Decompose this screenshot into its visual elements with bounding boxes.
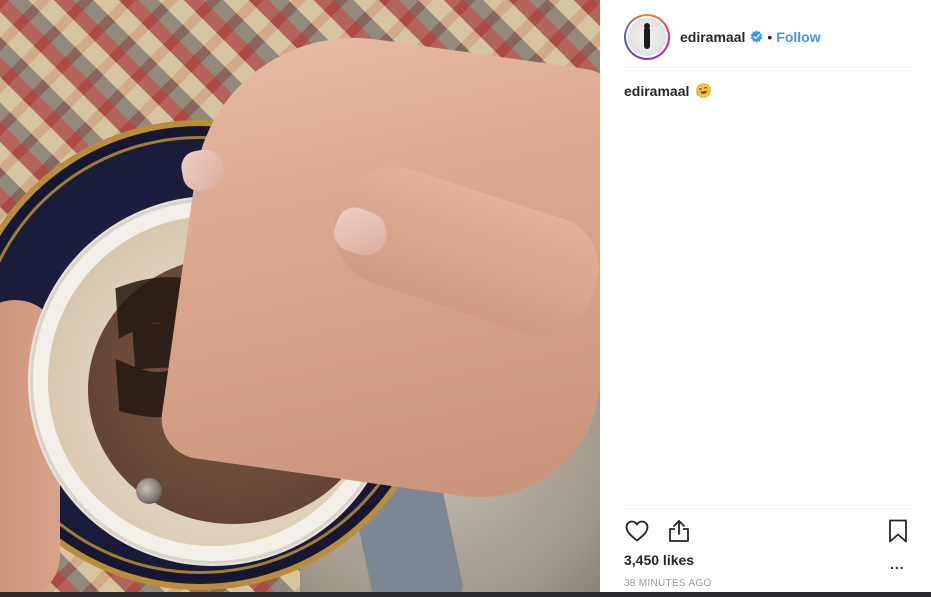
separator-dot: • [767,28,773,45]
post-sidebar: ediramaal • Follow ediramaal 3,450 likes… [600,0,931,597]
more-options-button[interactable]: ... [890,556,905,572]
bottom-edge [0,592,931,597]
verified-badge-icon [750,30,763,43]
avatar-image [628,17,666,56]
heart-icon[interactable] [624,518,650,544]
post-caption: ediramaal [624,82,712,99]
bookmark-icon[interactable] [885,518,911,544]
header-username[interactable]: ediramaal [680,29,745,45]
post-actions [624,508,911,552]
follow-button[interactable]: Follow [776,29,820,45]
likes-count[interactable]: 3,450 likes [624,552,694,568]
share-icon[interactable] [666,518,692,544]
post-photo[interactable]: 30 [0,0,600,597]
coffee-bubble [136,478,162,504]
post-timestamp[interactable]: 38 MINUTES AGO [624,578,712,589]
avatar[interactable] [624,13,670,60]
post-header: ediramaal • Follow [624,6,911,68]
caption-username[interactable]: ediramaal [624,83,689,99]
laughing-emoji-icon [695,82,712,99]
